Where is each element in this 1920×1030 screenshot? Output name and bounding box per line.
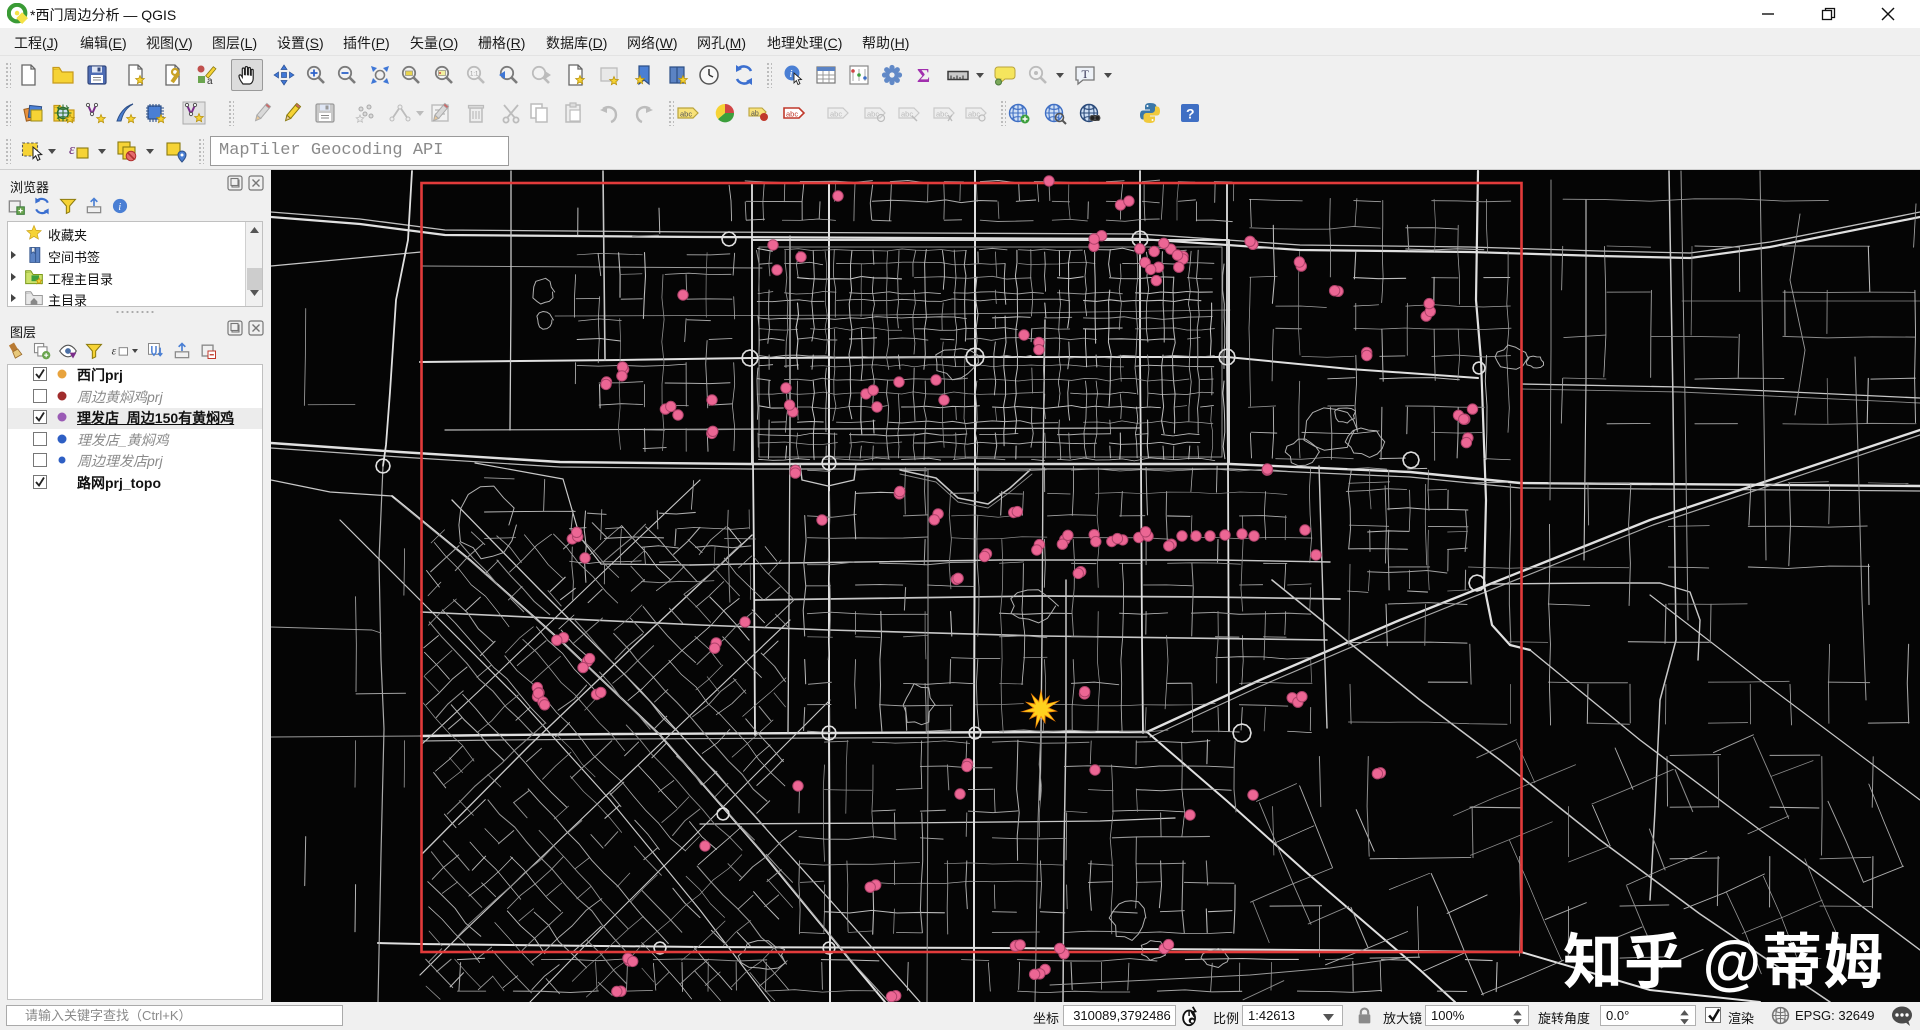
svg-text:abc: abc (936, 110, 948, 119)
svg-text:ε: ε (69, 142, 75, 158)
svg-text:a: a (207, 76, 213, 87)
svg-text:1:1: 1:1 (470, 72, 479, 78)
svg-text:i: i (790, 68, 793, 80)
svg-text:abc: abc (901, 110, 913, 119)
svg-text:ε: ε (112, 344, 117, 357)
svg-text:abc: abc (786, 110, 798, 119)
svg-text:Σ: Σ (917, 65, 930, 87)
svg-text:i: i (118, 202, 121, 213)
svg-text:abc: abc (830, 110, 842, 119)
svg-text:abc: abc (968, 110, 980, 119)
svg-text:?: ? (1186, 106, 1195, 122)
svg-text:abc: abc (680, 110, 692, 119)
svg-text:T: T (1082, 67, 1090, 81)
svg-text:ab: ab (751, 111, 759, 118)
